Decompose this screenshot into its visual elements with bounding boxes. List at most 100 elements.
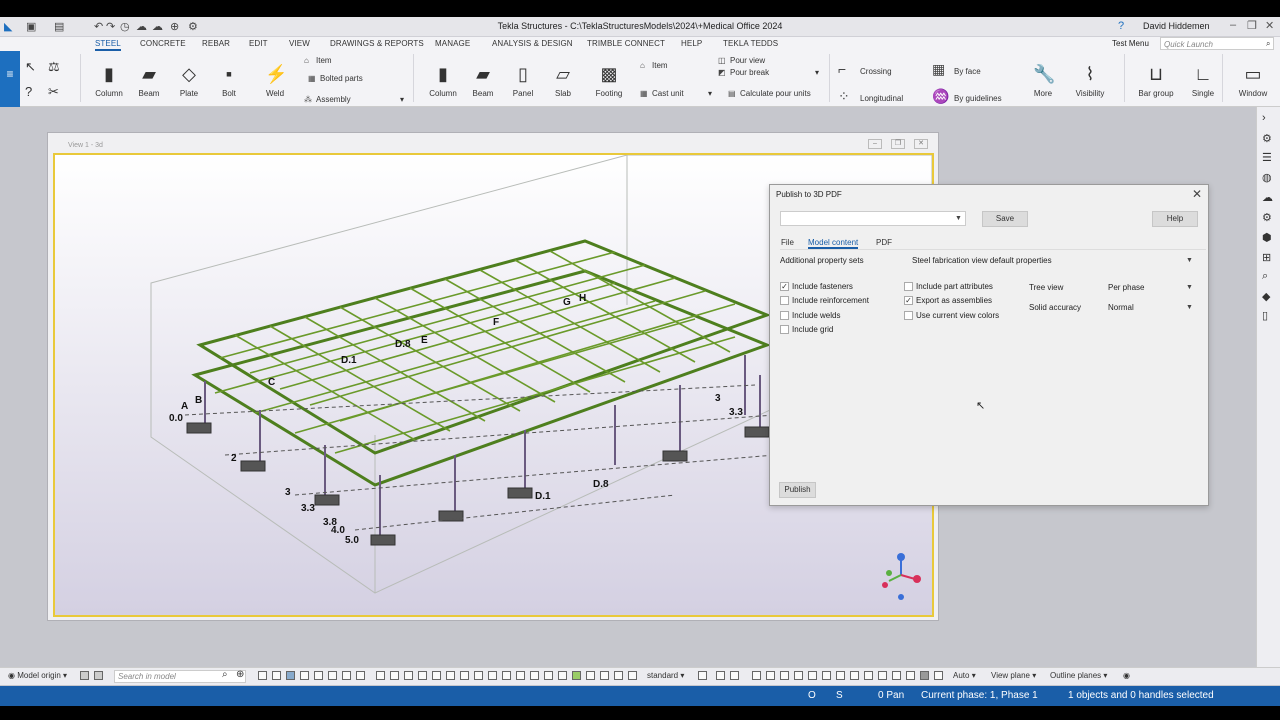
tab-help[interactable]: HELP [681,39,702,48]
select-icon[interactable] [258,671,267,680]
chevron-down-icon[interactable]: ▾ [708,89,712,98]
select-icon[interactable] [376,671,385,680]
solid-accuracy-select[interactable]: Normal [1108,303,1134,312]
window-button[interactable]: ▭ Window [1234,63,1272,98]
steel-item-button[interactable]: ⌂ Item [304,56,332,65]
quick-launch-input[interactable]: Quick Launch [1160,37,1274,50]
close-icon[interactable]: ✕ [1265,19,1274,32]
export-as-assemblies-checkbox[interactable]: ✓ [904,296,913,305]
components-icon[interactable]: ⊞ [1262,251,1271,264]
additional-property-sets-select[interactable]: Steel fabrication view default propertie… [912,256,1052,265]
tab-drawings-reports[interactable]: DRAWINGS & REPORTS [330,39,424,48]
save-button[interactable]: Save [982,211,1028,227]
tools-icon[interactable]: ✂ [48,84,59,100]
tree-view-select[interactable]: Per phase [1108,283,1144,292]
view-maximize-icon[interactable]: ❐ [891,139,905,149]
bolted-parts-button[interactable]: ▦ Bolted parts [308,74,363,83]
select-icon[interactable] [558,671,567,680]
select-icon[interactable] [572,671,581,680]
snap-icon[interactable] [892,671,901,680]
search-icon[interactable]: ⌕ [222,669,228,680]
select-icon[interactable] [614,671,623,680]
tab-concrete[interactable]: CONCRETE [140,39,186,48]
eye-icon[interactable]: ◉ [1123,671,1130,680]
select-icon[interactable] [286,671,295,680]
gear-icon[interactable]: ⚙ [1262,211,1272,224]
standard-select[interactable]: standard ▾ [647,671,684,680]
snap-icon[interactable] [864,671,873,680]
steel-plate-button[interactable]: ◇ Plate [172,63,206,98]
use-current-view-colors-checkbox[interactable] [904,311,913,320]
select-icon[interactable] [300,671,309,680]
outline-planes-select[interactable]: Outline planes ▾ [1050,671,1107,680]
chevron-down-icon[interactable]: ▼ [1186,284,1193,291]
cast-unit-button[interactable]: ▦ Cast unit [640,89,684,98]
include-reinforcement-checkbox[interactable] [780,296,789,305]
select-icon[interactable] [502,671,511,680]
cube-icon[interactable]: ⬢ [1262,231,1272,244]
longitudinal-button[interactable]: ⁘ Longitudinal [838,88,903,105]
select-icon[interactable] [342,671,351,680]
panel-button[interactable]: ▯ Panel [506,63,540,98]
snap-icon[interactable] [752,671,761,680]
search-model-icon[interactable]: ⌕ [1262,270,1268,283]
chevron-down-icon[interactable]: ▼ [1186,304,1193,311]
select-icon[interactable] [544,671,553,680]
select-icon[interactable] [404,671,413,680]
maximize-icon[interactable]: ❐ [1247,19,1257,32]
query-icon[interactable]: ? [25,84,32,99]
snap-icon[interactable] [698,671,707,680]
expand-panel-icon[interactable]: › [1262,112,1266,124]
globe-icon[interactable]: ◍ [1262,171,1272,184]
select-icon[interactable] [474,671,483,680]
tab-manage[interactable]: MANAGE [435,39,470,48]
minimize-icon[interactable]: – [1230,19,1236,31]
tab-view[interactable]: VIEW [289,39,310,48]
footing-button[interactable]: ▩ Footing [592,63,626,98]
concrete-item-button[interactable]: ⌂ Item [640,61,668,70]
chevron-down-icon[interactable]: ▾ [400,95,404,104]
tab-tekla-tedds[interactable]: TEKLA TEDDS [723,39,778,48]
select-icon[interactable] [628,671,637,680]
cloud-icon[interactable]: ☁ [1262,191,1273,204]
include-welds-checkbox[interactable] [780,311,789,320]
select-arrow-icon[interactable]: ↖ [25,59,36,75]
select-icon[interactable] [446,671,455,680]
select-icon[interactable] [600,671,609,680]
tab-model-content[interactable]: Model content [808,238,859,249]
select-icon[interactable] [418,671,427,680]
chevron-down-icon[interactable]: ▾ [815,68,819,77]
view-close-icon[interactable]: ✕ [914,139,928,149]
snap-icon[interactable] [730,671,739,680]
properties-icon[interactable]: ⚙ [1262,132,1272,145]
include-part-attributes-checkbox[interactable] [904,282,913,291]
tab-analysis-design[interactable]: ANALYSIS & DESIGN [492,39,573,48]
view-plane-select[interactable]: View plane ▾ [991,671,1036,680]
assembly-button[interactable]: ⁂ Assembly [304,95,351,104]
select-icon[interactable] [586,671,595,680]
select-icon[interactable] [432,671,441,680]
include-fasteners-checkbox[interactable]: ✓ [780,282,789,291]
pour-view-button[interactable]: ◫ Pour view [718,56,765,65]
publish-button[interactable]: Publish [779,482,816,498]
search-icon[interactable]: ⌕ [1266,39,1271,49]
tab-pdf[interactable]: PDF [876,238,892,247]
pour-break-button[interactable]: ◩ Pour break [718,68,769,77]
select-icon[interactable] [314,671,323,680]
concrete-beam-button[interactable]: ▰ Beam [466,63,500,98]
snap-icon[interactable] [836,671,845,680]
help-button[interactable]: Help [1152,211,1198,227]
snap-icon[interactable] [934,671,943,680]
document-icon[interactable]: ▯ [1262,309,1268,322]
snap-icon[interactable] [920,671,929,680]
snap-icon[interactable] [94,671,103,680]
snap-icon[interactable] [808,671,817,680]
select-icon[interactable] [530,671,539,680]
snap-icon[interactable] [766,671,775,680]
tab-steel[interactable]: STEEL [95,39,121,51]
include-grid-checkbox[interactable] [780,325,789,334]
snap-icon[interactable] [822,671,831,680]
model-origin-select[interactable]: ◉ Model origin ▾ [8,671,67,680]
settings-select[interactable]: ▼ [780,211,966,226]
steel-beam-button[interactable]: ▰ Beam [132,63,166,98]
